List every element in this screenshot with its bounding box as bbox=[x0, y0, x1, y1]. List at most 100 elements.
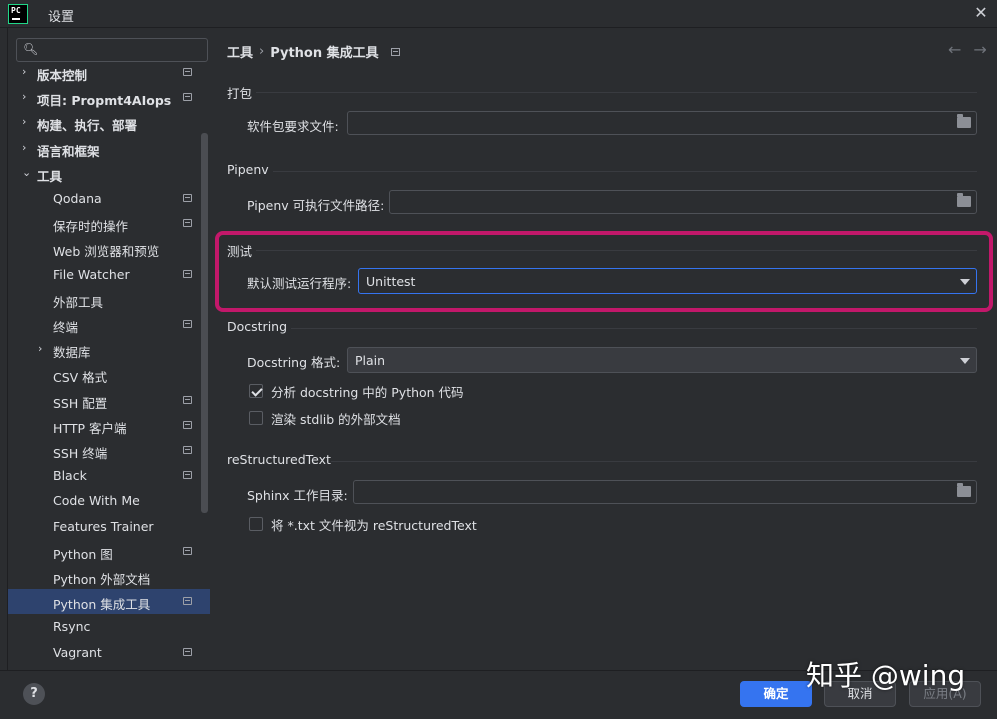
breadcrumb-parent[interactable]: 工具 bbox=[227, 42, 253, 61]
chevron-right-icon[interactable]: › bbox=[22, 115, 32, 128]
sidebar-item-12[interactable]: CSV 格式 bbox=[8, 362, 210, 387]
render-stdlib-docs-label: 渲染 stdlib 的外部文档 bbox=[271, 411, 401, 427]
search-icon: 🔍︎ bbox=[23, 42, 39, 56]
treat-txt-as-rst-row[interactable]: 将 *.txt 文件视为 reStructuredText bbox=[249, 515, 477, 533]
project-scope-icon bbox=[183, 68, 192, 76]
section-divider bbox=[256, 250, 977, 251]
sidebar-item-16[interactable]: Black bbox=[8, 463, 210, 488]
sidebar-item-13[interactable]: SSH 配置 bbox=[8, 388, 210, 413]
settings-content: 工具 › Python 集成工具 ←→ 打包 软件包要求文件: Pipenv P… bbox=[211, 30, 997, 670]
test-runner-value: Unittest bbox=[366, 274, 416, 289]
sphinx-dir-label: Sphinx 工作目录: bbox=[247, 488, 348, 503]
sidebar-item-label: Qodana bbox=[53, 191, 102, 206]
render-stdlib-docs-row[interactable]: 渲染 stdlib 的外部文档 bbox=[249, 409, 401, 427]
sidebar-item-21[interactable]: Python 集成工具 bbox=[8, 589, 210, 615]
treat-txt-as-rst-checkbox[interactable] bbox=[249, 517, 263, 531]
section-divider bbox=[273, 171, 977, 172]
sidebar-item-19[interactable]: Python 图 bbox=[8, 539, 210, 564]
sidebar-item-15[interactable]: SSH 终端 bbox=[8, 438, 210, 463]
chevron-down-icon bbox=[960, 279, 970, 285]
sidebar-item-label: 外部工具 bbox=[53, 294, 104, 310]
sidebar-item-8[interactable]: File Watcher bbox=[8, 262, 210, 287]
sidebar-item-label: CSV 格式 bbox=[53, 370, 108, 386]
sidebar-item-label: Python 外部文档 bbox=[53, 572, 151, 587]
watermark: 知乎 @wing bbox=[806, 659, 966, 692]
folder-icon[interactable] bbox=[957, 483, 971, 497]
project-scope-icon bbox=[183, 546, 192, 555]
sidebar-item-18[interactable]: Features Trainer bbox=[8, 514, 210, 539]
sidebar-item-20[interactable]: Python 外部文档 bbox=[8, 564, 210, 589]
nav-arrows: ←→ bbox=[948, 40, 997, 59]
sidebar-item-7[interactable]: Web 浏览器和预览 bbox=[8, 236, 210, 261]
sidebar-item-9[interactable]: 外部工具 bbox=[8, 287, 210, 312]
sidebar-item-label: 语言和框架 bbox=[37, 143, 100, 159]
sidebar-item-3[interactable]: › 语言和框架 bbox=[8, 136, 210, 161]
section-divider bbox=[331, 461, 977, 462]
chevron-right-icon[interactable]: › bbox=[22, 90, 32, 103]
section-title-pipenv: Pipenv bbox=[227, 162, 269, 177]
project-scope-icon bbox=[183, 446, 192, 454]
sidebar-item-0[interactable]: › 版本控制 bbox=[8, 60, 210, 85]
chevron-down-icon bbox=[960, 358, 970, 364]
sidebar-item-5[interactable]: Qodana bbox=[8, 186, 210, 211]
requirements-file-label: 软件包要求文件: bbox=[247, 119, 339, 134]
sidebar-scrollbar[interactable] bbox=[201, 133, 208, 513]
sidebar-item-1[interactable]: › 项目: Propmt4AIops bbox=[8, 85, 210, 110]
window-title: 设置 bbox=[48, 10, 75, 25]
project-scope-icon bbox=[183, 420, 192, 429]
chevron-right-icon[interactable]: › bbox=[38, 342, 48, 355]
sidebar-item-label: 项目: Propmt4AIops bbox=[37, 93, 172, 109]
chevron-right-icon[interactable]: › bbox=[22, 65, 32, 78]
section-title-testing: 测试 bbox=[227, 244, 253, 259]
sidebar-item-22[interactable]: Rsync bbox=[8, 614, 210, 639]
project-scope-icon bbox=[390, 47, 400, 56]
pycharm-logo-icon: PC bbox=[8, 4, 28, 24]
analyze-docstring-label: 分析 docstring 中的 Python 代码 bbox=[271, 384, 464, 400]
docstring-format-dropdown[interactable]: Plain bbox=[347, 347, 977, 373]
sidebar-item-label: 构建、执行、部署 bbox=[37, 118, 138, 134]
back-arrow-icon[interactable]: ← bbox=[948, 40, 973, 59]
treat-txt-as-rst-label: 将 *.txt 文件视为 reStructuredText bbox=[271, 517, 477, 533]
sidebar-item-label: 保存时的操作 bbox=[53, 219, 129, 235]
pipenv-path-field[interactable] bbox=[389, 190, 977, 214]
chevron-down-icon[interactable]: ⌄ bbox=[22, 166, 32, 179]
sidebar-item-14[interactable]: HTTP 客户端 bbox=[8, 413, 210, 438]
breadcrumb: 工具 › Python 集成工具 bbox=[227, 42, 400, 61]
project-scope-icon bbox=[183, 194, 192, 202]
sidebar-item-23[interactable]: Vagrant bbox=[8, 640, 210, 665]
pipenv-path-label: Pipenv 可执行文件路径: bbox=[247, 198, 385, 213]
breadcrumb-current: Python 集成工具 bbox=[270, 46, 379, 61]
title-bar: PC 设置 ✕ bbox=[0, 0, 997, 28]
sidebar-item-17[interactable]: Code With Me bbox=[8, 488, 210, 513]
sidebar-item-label: Code With Me bbox=[53, 493, 140, 509]
sidebar-item-2[interactable]: › 构建、执行、部署 bbox=[8, 110, 210, 135]
folder-icon[interactable] bbox=[957, 114, 971, 128]
search-input[interactable] bbox=[41, 41, 201, 59]
folder-icon[interactable] bbox=[957, 193, 971, 207]
analyze-docstring-row[interactable]: 分析 docstring 中的 Python 代码 bbox=[249, 382, 464, 400]
chevron-right-icon[interactable]: › bbox=[22, 141, 32, 154]
test-runner-dropdown[interactable]: Unittest bbox=[358, 268, 977, 294]
project-scope-icon bbox=[183, 93, 192, 102]
sidebar-item-6[interactable]: 保存时的操作 bbox=[8, 211, 210, 236]
sidebar-item-label: Black bbox=[53, 468, 87, 484]
sidebar-item-4[interactable]: ⌄ 工具 bbox=[8, 161, 210, 186]
sidebar-item-label: 数据库 bbox=[53, 345, 91, 361]
sidebar-item-label: SSH 配置 bbox=[53, 395, 108, 411]
render-stdlib-docs-checkbox[interactable] bbox=[249, 411, 263, 425]
project-scope-icon bbox=[183, 269, 192, 278]
help-button[interactable]: ? bbox=[23, 683, 45, 705]
ok-button[interactable]: 确定 bbox=[740, 681, 812, 707]
forward-arrow-icon[interactable]: → bbox=[973, 40, 997, 59]
requirements-file-field[interactable] bbox=[347, 111, 977, 135]
analyze-docstring-checkbox[interactable] bbox=[249, 384, 263, 398]
sidebar-item-10[interactable]: 终端 bbox=[8, 312, 210, 337]
sphinx-dir-field[interactable] bbox=[353, 480, 977, 504]
section-divider bbox=[256, 92, 977, 93]
sidebar-item-11[interactable]: › 数据库 bbox=[8, 337, 210, 362]
search-box[interactable]: 🔍︎ bbox=[16, 38, 208, 62]
sidebar-item-label: Features Trainer bbox=[53, 518, 154, 534]
sidebar-item-label: SSH 终端 bbox=[53, 446, 108, 461]
close-icon[interactable]: ✕ bbox=[972, 4, 990, 22]
sidebar-item-label: Python 集成工具 bbox=[53, 597, 151, 613]
